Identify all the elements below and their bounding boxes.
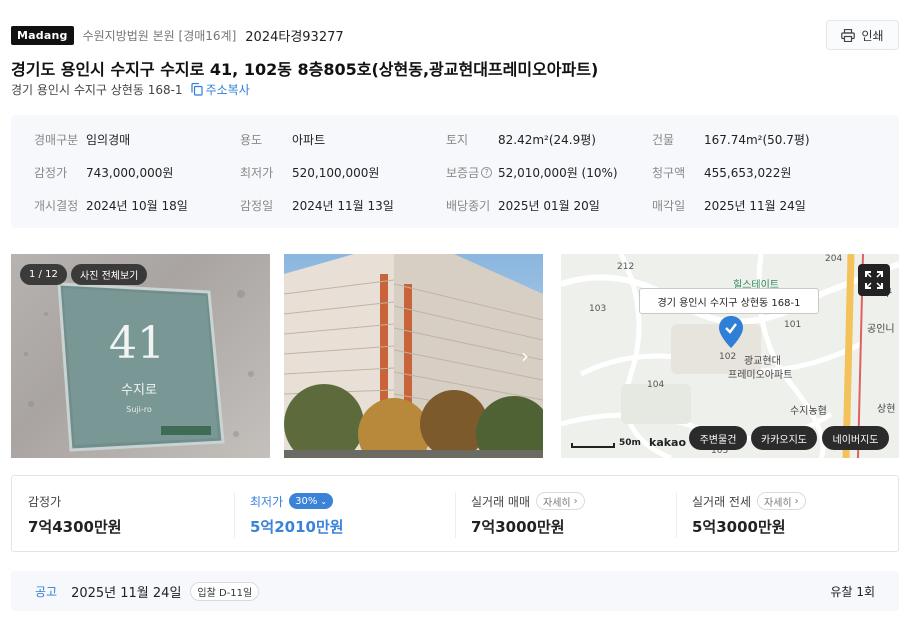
- photo-address-plate[interactable]: 41 수지로 Suji-ro 1 / 12 사진 전체보기: [11, 254, 270, 458]
- map-label-101: 101: [784, 320, 802, 330]
- info-building: 건물 167.74m²(50.7평): [652, 133, 810, 147]
- auction-info-panel: 경매구분 임의경매 용도 아파트 토지 82.42m²(24.9평) 건물 167.74…: [11, 115, 899, 228]
- print-label: 인쇄: [861, 28, 884, 43]
- copy-address-label: 주소복사: [205, 83, 250, 97]
- svg-text:Suji-ro: Suji-ro: [126, 405, 152, 414]
- map-label-102: 102: [719, 352, 737, 362]
- copy-icon: [190, 83, 203, 96]
- map-label-104: 104: [647, 380, 665, 390]
- kakao-logo: kakao: [649, 436, 687, 449]
- jeonse-detail-button[interactable]: 자세히 ›: [757, 492, 806, 510]
- info-deposit: 보증금? 52,010,000원 (10%): [446, 166, 618, 180]
- nearby-items-button[interactable]: 주변물건: [689, 426, 747, 450]
- print-button[interactable]: 인쇄: [826, 20, 899, 50]
- building-image: [284, 254, 543, 458]
- map-label-212: 212: [617, 262, 635, 272]
- info-land: 토지 82.42m²(24.9평): [446, 133, 596, 147]
- expand-icon: [865, 271, 883, 289]
- failed-count: 유찰 1회: [830, 584, 875, 599]
- map-label-apt2: 프레미오아파트: [728, 370, 793, 381]
- price-actual-sale: 실거래 매매 자세히 › 7억3000만원: [471, 492, 585, 537]
- naver-map-button[interactable]: 네이버지도: [822, 426, 889, 450]
- map-label-sanghyeon: 상현: [877, 404, 896, 415]
- info-minimum-price: 최저가 520,100,000원: [240, 166, 380, 180]
- price-appraisal: 감정가 7억4300만원: [28, 494, 122, 537]
- svg-text:수지로: 수지로: [121, 383, 157, 398]
- view-all-photos-button[interactable]: 사진 전체보기: [71, 264, 148, 285]
- notice-label[interactable]: 공고: [35, 583, 57, 600]
- map-label-204: 204: [825, 254, 843, 264]
- info-appraisal: 감정가 743,000,000원: [34, 166, 174, 180]
- chevron-down-icon: ⌄: [320, 496, 328, 506]
- map-label-nonghyup: 수지농협: [790, 406, 827, 417]
- sale-detail-button[interactable]: 자세히 ›: [536, 492, 585, 510]
- chevron-right-icon: ›: [573, 495, 578, 507]
- info-dividend-deadline: 배당종기 2025년 01월 20일: [446, 199, 600, 213]
- info-usage: 용도 아파트: [240, 133, 326, 147]
- info-sale-date: 매각일 2025년 11월 24일: [652, 199, 806, 213]
- dday-badge: 입찰 D-11일: [190, 581, 260, 601]
- lot-address: 경기 용인시 수지구 상현동 168-1: [11, 83, 183, 97]
- info-auction-type: 경매구분 임의경매: [34, 133, 131, 147]
- map-scale: 50m: [571, 438, 641, 448]
- court-name: 수원지방법원 본원 [경매16계]: [82, 28, 237, 43]
- price-minimum: 최저가 30% ⌄ 5억2010만원: [250, 493, 344, 536]
- map-address-tooltip: 경기 용인시 수지구 상현동 168-1: [639, 288, 819, 314]
- madang-logo: Madang: [11, 25, 74, 45]
- lot-address-row: 경기 용인시 수지구 상현동 168-1 주소복사: [11, 81, 250, 98]
- price-actual-jeonse: 실거래 전세 자세히 › 5억3000만원: [692, 492, 806, 537]
- map-label-103: 103: [589, 304, 607, 314]
- kakao-map-button[interactable]: 카카오지도: [751, 426, 817, 450]
- copy-address-button[interactable]: 주소복사: [190, 81, 250, 98]
- chevron-right-icon: ›: [794, 495, 799, 507]
- printer-icon: [841, 28, 856, 42]
- next-photo-icon[interactable]: ›: [521, 344, 529, 368]
- photo-counter: 1 / 12: [20, 264, 67, 285]
- info-start-decision: 개시결정 2024년 10월 18일: [34, 199, 188, 213]
- property-title: 경기도 용인시 수지구 수지로 41, 102동 8층805호(상현동,광교현대…: [11, 60, 599, 79]
- notice-date: 2025년 11월 24일: [71, 585, 182, 601]
- price-summary: 감정가 7억4300만원 최저가 30% ⌄ 5억2010만원 실거래 매매 자세…: [11, 475, 899, 552]
- svg-text:41: 41: [109, 318, 165, 369]
- location-map[interactable]: 212 204 103 101 102 104 103 힐스테이트 광교현대 프…: [561, 254, 899, 458]
- discount-badge[interactable]: 30% ⌄: [289, 493, 334, 509]
- info-claim: 청구액 455,653,022원: [652, 166, 792, 180]
- photo-building[interactable]: ›: [284, 254, 543, 458]
- location-pin-icon: [719, 316, 743, 348]
- case-number: 2024타경93277: [245, 29, 344, 45]
- case-header: Madang 수원지방법원 본원 [경매16계] 2024타경93277: [11, 24, 344, 46]
- map-label-office: 공인니: [867, 324, 895, 335]
- auction-notice-bar: 공고 2025년 11월 24일 입찰 D-11일 유찰 1회: [11, 571, 899, 611]
- fullscreen-map-button[interactable]: [858, 264, 890, 296]
- map-label-apt1: 광교현대: [744, 356, 781, 367]
- help-icon[interactable]: ?: [481, 167, 493, 178]
- info-appraisal-date: 감정일 2024년 11월 13일: [240, 199, 394, 213]
